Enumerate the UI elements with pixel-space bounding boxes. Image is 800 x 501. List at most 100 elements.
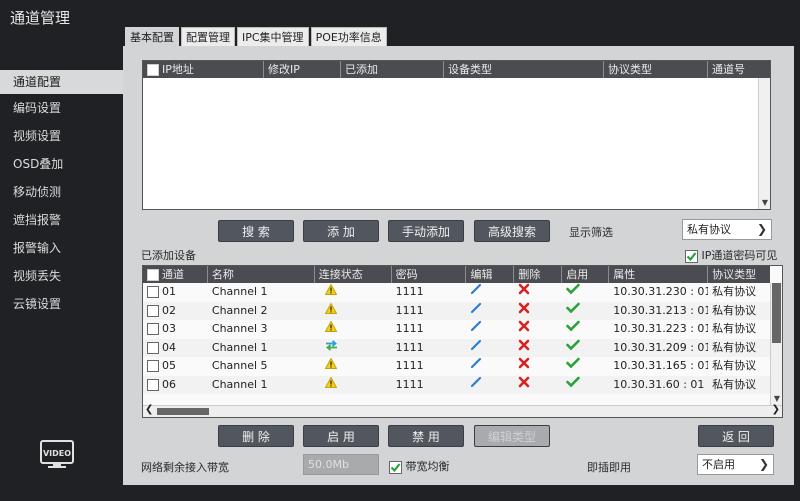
col-connection-status: 连接状态 <box>315 266 392 283</box>
added-table-header: 通道 名称 连接状态 密码 编辑 删除 启用 属性 协议类型 <box>143 266 770 283</box>
edit-icon[interactable] <box>470 320 482 335</box>
chevron-right-icon: ❯ <box>758 457 769 471</box>
enabled-check-icon[interactable] <box>566 302 581 317</box>
edit-icon[interactable] <box>470 376 482 391</box>
sidebar-item-motion-detection[interactable]: 移动侦测 <box>0 180 123 208</box>
vscroll-thumb[interactable] <box>772 283 781 343</box>
connection-status <box>315 320 392 338</box>
row-checkbox-channel: 02 <box>143 302 208 320</box>
row-checkbox[interactable] <box>147 286 159 298</box>
delete-icon[interactable] <box>518 357 530 372</box>
device-password: 1111 <box>395 340 424 354</box>
delete-cell[interactable] <box>514 283 562 301</box>
enable-button[interactable]: 启 用 <box>303 425 379 447</box>
plug-and-play-select[interactable]: 不启用 ❯ <box>697 454 774 475</box>
delete-icon[interactable] <box>518 339 530 354</box>
device-password: 1111 <box>395 322 424 335</box>
connection-status <box>315 283 392 301</box>
enabled-check-icon[interactable] <box>566 376 581 391</box>
scroll-left-icon[interactable]: ❮ <box>145 404 153 415</box>
sidebar-item-channel-config[interactable]: 通道配置 <box>0 70 123 94</box>
manual-add-button[interactable]: 手动添加 <box>388 220 464 242</box>
edit-type-button[interactable]: 编辑类型 <box>474 425 550 447</box>
sidebar-item-encoding[interactable]: 编码设置 <box>0 96 123 124</box>
table-row[interactable]: 05 Channel 5 1111 10.30.31.165 : 01 私有协议 <box>143 357 770 375</box>
sidebar-item-video-loss[interactable]: 视频丢失 <box>0 264 123 292</box>
enable-cell[interactable] <box>562 376 609 394</box>
table-row[interactable]: 06 Channel 1 1111 10.30.31.60 : 01 私有协议 <box>143 375 770 394</box>
delete-cell[interactable] <box>514 302 562 320</box>
sidebar-item-ptz[interactable]: 云镜设置 <box>0 292 123 320</box>
edit-cell[interactable] <box>466 339 514 357</box>
delete-button[interactable]: 删 除 <box>218 425 294 447</box>
delete-cell[interactable] <box>514 339 562 357</box>
select-all-checkbox[interactable] <box>147 64 159 76</box>
row-checkbox[interactable] <box>147 378 159 391</box>
edit-cell[interactable] <box>466 320 514 338</box>
table-row[interactable]: 03 Channel 3 1111 10.30.31.223 : 01 私有协议 <box>143 320 770 338</box>
edit-cell[interactable] <box>466 357 514 375</box>
search-table-scrollbar[interactable]: ▼ <box>758 78 770 209</box>
delete-cell[interactable] <box>514 357 562 375</box>
table-row[interactable]: 04 Channel 1 1111 10.30.31.209 : 01 私有协议 <box>143 338 770 357</box>
scroll-down-icon[interactable]: ▼ <box>759 197 771 209</box>
device-name: Channel 1 <box>211 285 268 298</box>
added-table-hscrollbar[interactable]: ❮ ❯ <box>143 404 782 417</box>
row-checkbox[interactable] <box>147 304 159 317</box>
delete-icon[interactable] <box>518 302 530 317</box>
added-table-vscrollbar[interactable]: ▼ <box>770 283 782 405</box>
select-all-added-checkbox[interactable] <box>147 269 159 281</box>
enable-cell[interactable] <box>562 339 609 357</box>
search-button[interactable]: 搜 索 <box>218 220 294 242</box>
enable-cell[interactable] <box>562 302 609 320</box>
delete-cell[interactable] <box>514 376 562 394</box>
col-protocol-type: 协议类型 <box>604 61 708 78</box>
enabled-check-icon[interactable] <box>566 320 581 335</box>
hscroll-thumb[interactable] <box>157 408 209 415</box>
back-button[interactable]: 返 回 <box>698 425 774 447</box>
edit-cell[interactable] <box>466 302 514 320</box>
disable-button[interactable]: 禁 用 <box>388 425 464 447</box>
filter-label: 显示筛选 <box>569 226 613 239</box>
sidebar-item-tamper-alarm[interactable]: 遮挡报警 <box>0 208 123 236</box>
table-row[interactable]: 02 Channel 2 1111 10.30.31.213 : 01 私有协议 <box>143 301 770 320</box>
delete-cell[interactable] <box>514 320 562 338</box>
col-password: 密码 <box>392 266 467 283</box>
connection-status <box>315 357 392 375</box>
enable-cell[interactable] <box>562 320 609 338</box>
sidebar-item-video[interactable]: 视频设置 <box>0 124 123 152</box>
enable-cell[interactable] <box>562 357 609 375</box>
enabled-check-icon[interactable] <box>566 283 581 298</box>
table-row[interactable]: 01 Channel 1 1111 10.30.31.230 : 01 私有协议 <box>143 283 770 301</box>
advanced-search-button[interactable]: 高级搜索 <box>474 220 550 242</box>
add-button[interactable]: 添 加 <box>303 220 379 242</box>
bandwidth-balance-toggle[interactable]: 带宽均衡 <box>389 458 450 474</box>
edit-cell[interactable] <box>466 376 514 394</box>
row-checkbox-channel: 03 <box>143 320 208 338</box>
edit-icon[interactable] <box>470 283 482 298</box>
delete-icon[interactable] <box>518 283 530 298</box>
ip-password-visible-toggle[interactable]: IP通道密码可见 <box>685 247 777 263</box>
tab-config-management[interactable]: 配置管理 <box>181 27 235 46</box>
delete-icon[interactable] <box>518 320 530 335</box>
device-address: 10.30.31.165 : 01 <box>613 359 709 372</box>
filter-select[interactable]: 私有协议 ❯ <box>682 219 772 240</box>
edit-icon[interactable] <box>470 357 482 372</box>
row-checkbox[interactable] <box>147 341 159 354</box>
sidebar-item-osd[interactable]: OSD叠加 <box>0 152 123 180</box>
delete-icon[interactable] <box>518 376 530 391</box>
edit-icon[interactable] <box>470 302 482 317</box>
enabled-check-icon[interactable] <box>566 339 581 354</box>
row-checkbox[interactable] <box>147 360 159 372</box>
tab-ipc-management[interactable]: IPC集中管理 <box>237 27 309 46</box>
edit-cell[interactable] <box>466 283 514 301</box>
row-checkbox[interactable] <box>147 323 159 335</box>
enabled-check-icon[interactable] <box>566 357 581 372</box>
scroll-right-icon[interactable]: ❯ <box>772 404 780 415</box>
edit-icon[interactable] <box>470 339 482 354</box>
enable-cell[interactable] <box>562 283 609 301</box>
tab-basic-config[interactable]: 基本配置 <box>125 27 179 46</box>
sidebar-item-alarm-input[interactable]: 报警输入 <box>0 236 123 264</box>
tab-poe-power[interactable]: POE功率信息 <box>310 27 387 46</box>
connection-status <box>315 375 392 394</box>
